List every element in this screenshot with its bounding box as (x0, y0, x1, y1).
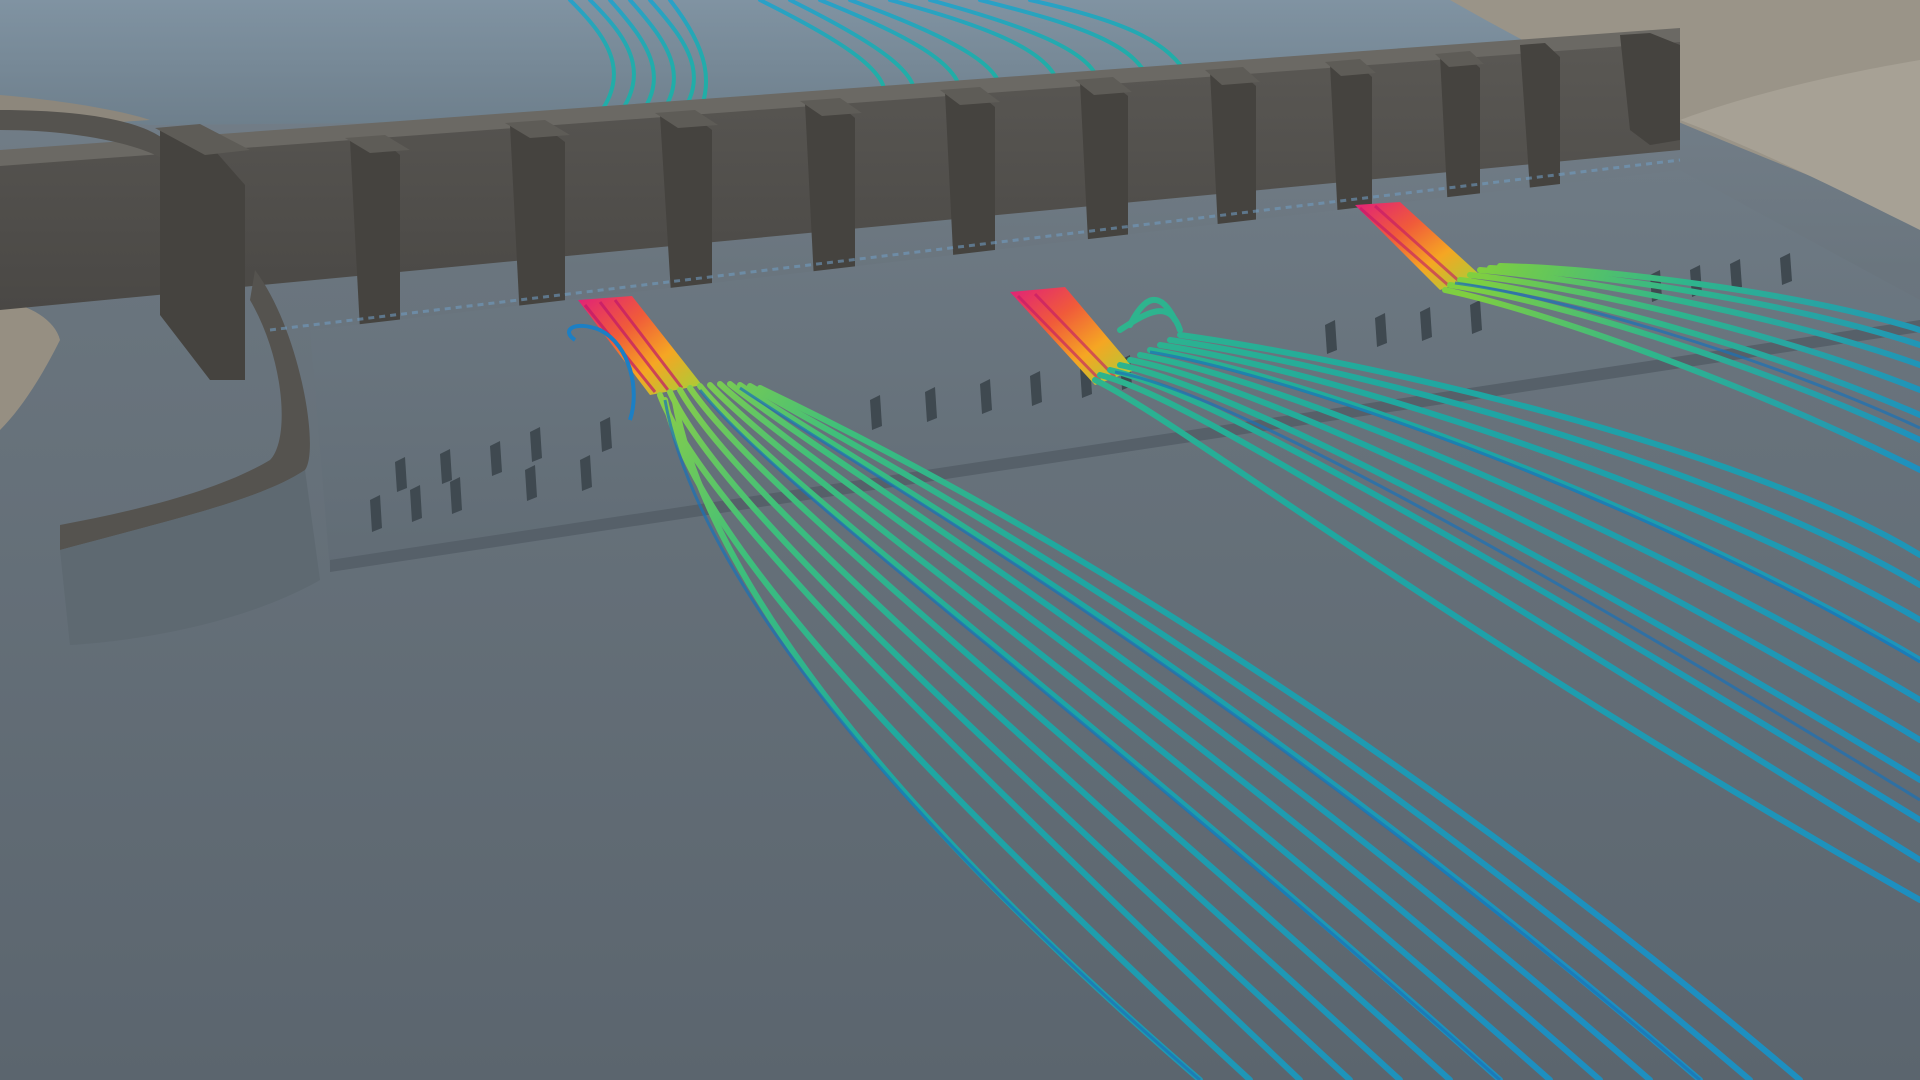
spillway-flow-visualization (0, 0, 1920, 1080)
